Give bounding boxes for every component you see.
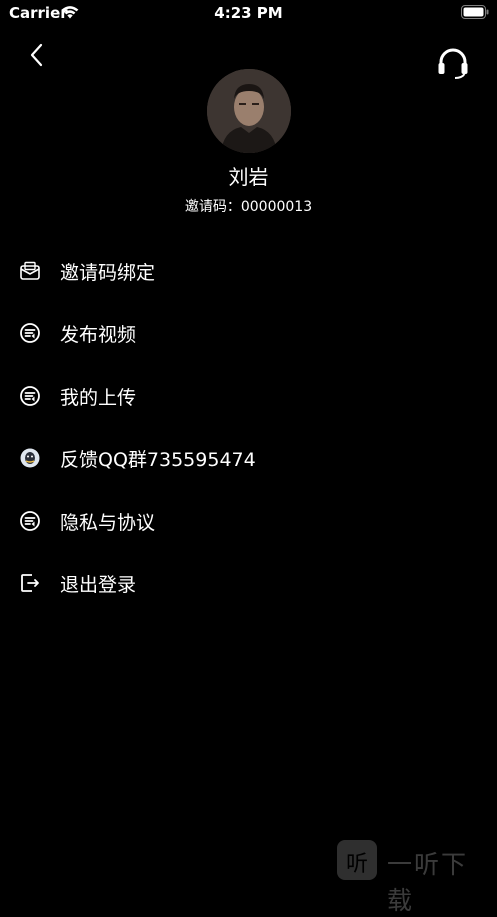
menu-item-feedback-qq[interactable]: 反馈QQ群735595474 [0, 433, 497, 483]
avatar-image [207, 69, 291, 153]
user-name: 刘岩 [228, 165, 269, 189]
chevron-left-icon [30, 43, 43, 67]
menu-label: 隐私与协议 [60, 512, 156, 534]
logout-icon [21, 574, 39, 592]
menu-label: 反馈QQ群735595474 [60, 449, 256, 471]
invite-code-value: 00000013 [240, 199, 313, 215]
battery-icon [461, 5, 489, 19]
avatar[interactable] [207, 69, 291, 153]
invite-code-line: 邀请码：00000013 [0, 196, 497, 216]
menu-item-my-uploads[interactable]: 我的上传 [0, 371, 497, 421]
menu-label: 邀请码绑定 [60, 262, 156, 284]
watermark-logo: 听 [337, 840, 377, 880]
invite-code-label: 邀请码： [184, 199, 241, 215]
menu-label: 退出登录 [60, 574, 137, 596]
status-bar: Carrier 4:23 PM [0, 0, 497, 26]
upload-icon [20, 386, 40, 406]
qq-icon [20, 448, 40, 468]
clock: 4:23 PM [214, 4, 283, 22]
menu-item-publish-video[interactable]: 发布视频 [0, 308, 497, 358]
document-icon [20, 511, 40, 531]
watermark: 听 一听下载 [337, 840, 493, 915]
menu-item-invite-bind[interactable]: 邀请码绑定 [0, 246, 497, 296]
watermark-text: 一听下载 [387, 850, 469, 915]
watermark-logo-char: 听 [345, 852, 368, 877]
video-icon [20, 323, 40, 343]
menu-label: 发布视频 [60, 324, 137, 346]
headset-icon [438, 48, 468, 79]
menu-label: 我的上传 [60, 387, 137, 409]
menu-item-privacy[interactable]: 隐私与协议 [0, 496, 497, 546]
customer-service-button[interactable] [436, 46, 470, 80]
envelope-icon [20, 261, 40, 280]
back-button[interactable] [26, 42, 50, 68]
menu-item-logout[interactable]: 退出登录 [0, 558, 497, 608]
